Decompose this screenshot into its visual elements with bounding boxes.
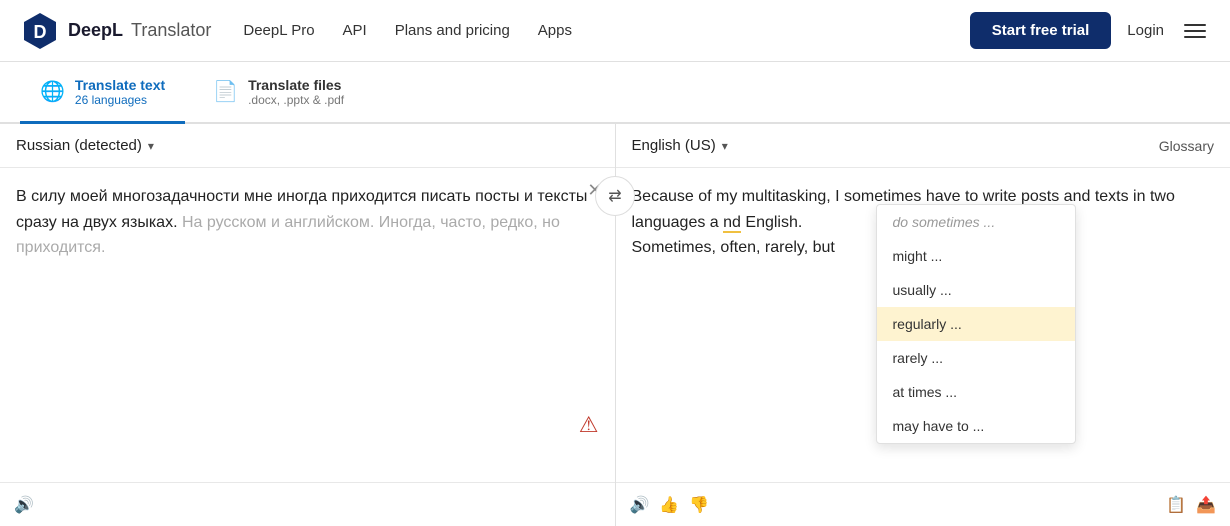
dropdown-item-may-have-to[interactable]: may have to ... [877,409,1075,443]
target-speaker-icon[interactable]: 🔊 [630,495,650,515]
alternatives-dropdown: do sometimes ... might ... usually ... r… [876,204,1076,444]
source-language-selector[interactable]: Russian (detected) ▾ [16,137,154,154]
hamburger-line-2 [1184,30,1206,32]
tab-translate-files-sub: .docx, .pptx & .pdf [248,93,344,107]
svg-text:D: D [34,22,47,42]
logo-area: D DeepL Translator [20,11,211,51]
source-panel-header: Russian (detected) ▾ [0,124,615,168]
dropdown-item-at-times[interactable]: at times ... [877,375,1075,409]
dropdown-item-rarely[interactable]: rarely ... [877,341,1075,375]
file-icon: 📄 [213,79,238,104]
source-language-label: Russian (detected) [16,137,142,154]
dropdown-item-usually[interactable]: usually ... [877,273,1075,307]
tab-text-label-group: Translate text 26 languages [75,77,165,107]
share-icon[interactable]: 📤 [1196,495,1216,515]
nav-plans-pricing[interactable]: Plans and pricing [395,22,510,39]
translator-area: Russian (detected) ▾ В силу моей многоза… [0,124,1230,526]
logo-brand: DeepL [68,20,123,41]
error-icon: ⚠ [579,407,599,442]
source-text-area[interactable]: В силу моей многозадачности мне иногда п… [0,168,615,482]
tab-translate-text[interactable]: 🌐 Translate text 26 languages [20,62,185,124]
navbar: D DeepL Translator DeepL Pro API Plans a… [0,0,1230,62]
tab-translate-files[interactable]: 📄 Translate files .docx, .pptx & .pdf [193,62,364,124]
swap-icon: ⇄ [608,186,621,206]
translation-text-line2: Sometimes, often, rarely, but [632,239,835,256]
nav-apps[interactable]: Apps [538,22,572,39]
target-language-selector[interactable]: English (US) ▾ [632,137,728,154]
thumbup-icon[interactable]: 👍 [659,495,679,515]
globe-icon: 🌐 [40,79,65,104]
hamburger-line-3 [1184,36,1206,38]
deepl-logo-icon: D [20,11,60,51]
tabs-bar: 🌐 Translate text 26 languages 📄 Translat… [0,62,1230,124]
source-panel-footer: 🔊 [0,482,615,526]
target-lang-chevron-icon: ▾ [722,139,728,153]
logo-product: Translator [131,20,211,41]
tab-translate-text-label: Translate text [75,77,165,93]
target-language-label: English (US) [632,137,716,154]
translation-alt-word[interactable]: nd [723,214,741,233]
source-panel: Russian (detected) ▾ В силу моей многоза… [0,124,616,526]
thumbdown-icon[interactable]: 👎 [689,495,709,515]
tab-translate-files-label: Translate files [248,77,344,93]
tab-files-label-group: Translate files .docx, .pptx & .pdf [248,77,344,107]
nav-deepl-pro[interactable]: DeepL Pro [243,22,314,39]
nav-api[interactable]: API [343,22,367,39]
target-panel-footer: 🔊 👍 👎 📋 📤 [616,482,1230,526]
hamburger-line-1 [1184,24,1206,26]
glossary-button[interactable]: Glossary [1159,138,1214,154]
source-speaker-icon[interactable]: 🔊 [14,495,34,515]
dropdown-item-might[interactable]: might ... [877,239,1075,273]
nav-right: Start free trial Login [970,12,1210,49]
target-panel: English (US) ▾ Glossary Because of my mu… [616,124,1230,526]
copy-icon[interactable]: 📋 [1166,495,1186,515]
start-trial-button[interactable]: Start free trial [970,12,1112,49]
hamburger-menu-button[interactable] [1180,20,1210,42]
login-button[interactable]: Login [1127,22,1164,39]
translation-text-after: English. [745,214,802,231]
swap-languages-button[interactable]: ⇄ [595,176,635,216]
dropdown-item-regularly[interactable]: regularly ... [877,307,1075,341]
tab-translate-text-sub: 26 languages [75,93,165,107]
source-lang-chevron-icon: ▾ [148,139,154,153]
target-panel-header: English (US) ▾ Glossary [616,124,1230,168]
dropdown-prefix: do sometimes ... [877,205,1075,239]
nav-links: DeepL Pro API Plans and pricing Apps [243,22,969,39]
